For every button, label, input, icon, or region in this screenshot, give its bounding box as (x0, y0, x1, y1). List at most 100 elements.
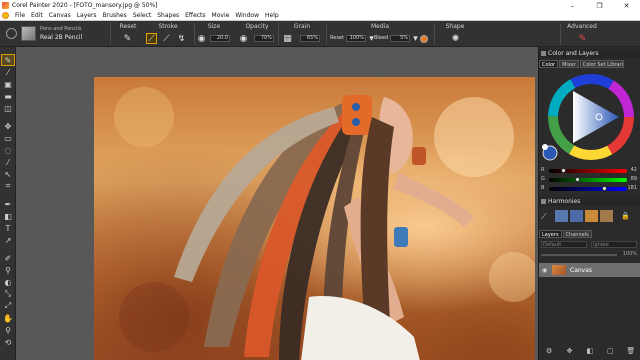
menu-window[interactable]: Window (232, 12, 262, 19)
tab-color[interactable]: Color (539, 60, 559, 68)
layer-attributes-icon[interactable]: ⚙ (545, 347, 553, 355)
b-value[interactable]: 181 (627, 185, 637, 191)
harmony-tool-icon[interactable]: ⟋ (541, 212, 547, 222)
dynamic-plugins-icon[interactable]: ✥ (566, 347, 574, 355)
menu-canvas[interactable]: Canvas (46, 12, 74, 19)
menu-edit[interactable]: Edit (28, 12, 46, 19)
dodge-tool-icon[interactable]: ◐ (2, 277, 14, 287)
rectangle-select-icon[interactable]: ▭ (2, 133, 14, 143)
reset-brush-icon[interactable]: ✎ (122, 33, 133, 44)
maximize-button[interactable]: ❐ (586, 0, 613, 11)
rgb-row-g[interactable]: G 89 (541, 176, 639, 184)
layer-mask-icon[interactable]: ◧ (586, 347, 594, 355)
crop-tool-icon[interactable]: ⌗ (2, 181, 14, 191)
canvas-workspace[interactable] (16, 47, 538, 360)
rgb-row-b[interactable]: B 181 (541, 185, 639, 193)
transform-tool-icon[interactable]: ⤢ (2, 301, 14, 311)
recent-brushes-icon[interactable] (6, 28, 17, 39)
pen-tool-icon[interactable]: ✒ (2, 199, 14, 209)
magic-wand-icon[interactable]: ⁄ (2, 157, 14, 167)
cloner-tool-icon[interactable]: ✐ (2, 253, 14, 263)
fill-tool-icon[interactable]: ▬ (2, 91, 14, 101)
divider (434, 23, 435, 45)
freehand-stroke-icon[interactable]: ⟋ (146, 33, 157, 44)
b-slider[interactable] (549, 187, 627, 191)
straight-stroke-icon[interactable]: ⟋ (161, 33, 172, 44)
harmony-swatch[interactable] (570, 210, 583, 222)
text-tool-icon[interactable]: T (2, 223, 14, 233)
g-slider[interactable] (549, 178, 627, 182)
r-value[interactable]: 42 (631, 167, 637, 173)
eraser-tool-icon[interactable]: ◫ (2, 103, 14, 113)
grain-field[interactable]: 65% (300, 35, 320, 42)
main-color-icon[interactable] (2, 349, 14, 359)
shape-tool-icon[interactable]: ◧ (2, 211, 14, 221)
layer-opacity-value[interactable]: 100% (623, 251, 637, 257)
mirror-tool-icon[interactable]: ⤡ (2, 289, 14, 299)
harmony-swatch[interactable] (600, 210, 613, 222)
hand-tool-icon[interactable]: ✋ (2, 313, 14, 323)
delete-layer-icon[interactable]: 🗑 (626, 347, 635, 355)
move-tool-icon[interactable]: ✥ (2, 121, 14, 131)
composite-method-select[interactable]: Default (541, 241, 587, 248)
menu-effects[interactable]: Effects (182, 12, 208, 19)
dropper-tool-icon[interactable]: ⁄ (2, 67, 14, 77)
advanced-label: Advanced (567, 23, 597, 30)
b-label: B (541, 185, 545, 191)
harmony-swatch[interactable] (555, 210, 568, 222)
r-knob[interactable] (560, 168, 566, 173)
media-reset-button[interactable]: Reset (330, 35, 344, 41)
color-wheel[interactable] (541, 73, 637, 165)
selection-adjuster-icon[interactable]: ↖ (2, 169, 14, 179)
rubber-stamp-icon[interactable]: ⚲ (2, 265, 14, 275)
layer-opacity-slider[interactable] (541, 254, 617, 256)
b-knob[interactable] (601, 186, 607, 191)
shape-selection-icon[interactable]: ↗ (2, 235, 14, 245)
new-layer-icon[interactable]: ▢ (606, 347, 614, 355)
lock-icon[interactable]: 🔒 (621, 212, 630, 220)
tab-color-set-libraries[interactable]: Color Set Libraries (579, 60, 624, 68)
minimize-button[interactable]: – (559, 0, 586, 11)
secondary-color-swatch[interactable] (542, 144, 548, 150)
brush-thumbnail[interactable] (21, 26, 36, 41)
brush-selector[interactable]: Pens and Pencils Real 2B Pencil (4, 23, 108, 45)
tab-mixer[interactable]: Mixer (559, 60, 579, 68)
divider (278, 23, 279, 45)
close-button[interactable]: ✕ (613, 0, 640, 11)
rgb-row-r[interactable]: R 42 (541, 167, 639, 175)
opacity-field[interactable]: 70% (254, 35, 274, 42)
rotate-page-icon[interactable]: ⟲ (2, 337, 14, 347)
harmonies-header[interactable]: Harmonies (539, 197, 640, 206)
composite-depth-select[interactable]: Ignore (591, 241, 637, 248)
layer-row-canvas[interactable]: ◉ Canvas (539, 263, 640, 277)
tab-layers[interactable]: Layers (539, 230, 562, 238)
g-knob[interactable] (574, 177, 580, 182)
menu-select[interactable]: Select (130, 12, 155, 19)
stroke-label: Stroke (158, 23, 178, 30)
shape-icon[interactable]: ✺ (450, 33, 461, 44)
menu-layers[interactable]: Layers (74, 12, 100, 19)
menu-file[interactable]: File (12, 12, 28, 19)
advanced-brush-icon[interactable]: ✎ (577, 33, 588, 44)
lasso-tool-icon[interactable]: ◌ (2, 145, 14, 155)
media-color-icon[interactable] (420, 35, 428, 43)
tab-channels[interactable]: Channels (562, 230, 592, 238)
harmony-swatch[interactable] (585, 210, 598, 222)
menu-help[interactable]: Help (262, 12, 282, 19)
bleed-field[interactable]: 5% (390, 35, 410, 42)
visibility-eye-icon[interactable]: ◉ (542, 267, 549, 274)
brush-tool-icon[interactable]: ✎ (1, 54, 15, 66)
g-value[interactable]: 89 (631, 176, 637, 182)
panel-grip-icon (541, 51, 546, 56)
canvas-image[interactable] (94, 77, 535, 360)
stroke-options-icon[interactable]: ↯ (176, 33, 187, 44)
menu-movie[interactable]: Movie (209, 12, 233, 19)
menu-shapes[interactable]: Shapes (154, 12, 182, 19)
paint-bucket-tool-icon[interactable]: ▣ (2, 79, 14, 89)
magnifier-tool-icon[interactable]: ⚲ (2, 325, 14, 335)
media-field[interactable]: 100% (346, 35, 366, 42)
color-layers-header[interactable]: Color and Layers (539, 49, 640, 58)
menu-brushes[interactable]: Brushes (100, 12, 130, 19)
size-field[interactable]: 20.0 (210, 35, 230, 42)
shape-group: Shape ✺ (440, 22, 470, 46)
